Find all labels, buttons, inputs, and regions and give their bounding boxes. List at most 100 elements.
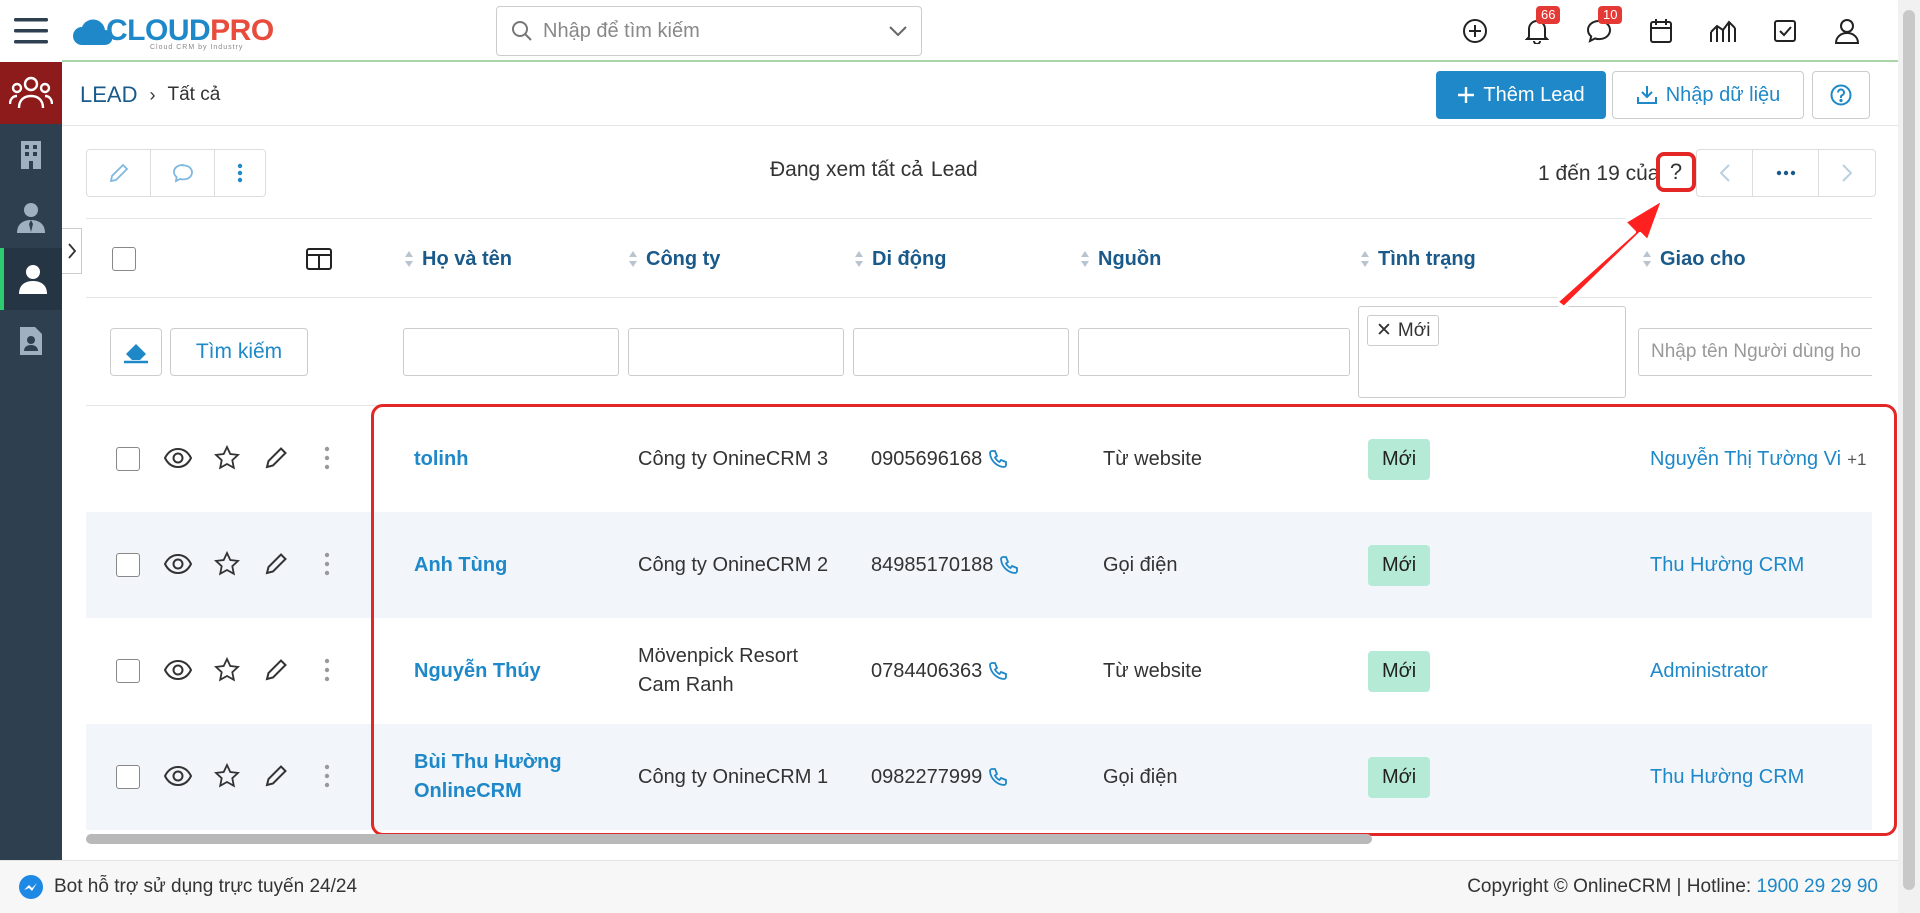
notifications-button[interactable]: 66 (1506, 0, 1568, 62)
table-row[interactable]: Anh Tùng Công ty OnineCRM 2 84985170188 … (86, 512, 1872, 618)
column-header-status[interactable]: Tình trạng (1360, 219, 1476, 299)
filter-assignee-input[interactable] (1638, 328, 1872, 376)
phone-icon[interactable] (988, 661, 1008, 681)
assignee-link[interactable]: Thu Hường CRM (1650, 724, 1804, 830)
sidebar-item-contacts[interactable] (0, 186, 62, 248)
row-checkbox[interactable] (116, 447, 140, 471)
quick-create-button[interactable] (1444, 0, 1506, 62)
logo[interactable]: CLOUDPRO Cloud CRM by Industry (72, 4, 274, 58)
select-all-checkbox[interactable] (112, 219, 136, 299)
star-icon[interactable] (214, 445, 240, 471)
pencil-icon[interactable] (264, 764, 288, 788)
hotline-link[interactable]: 1900 29 29 90 (1756, 876, 1878, 897)
column-header-source[interactable]: Nguồn (1080, 219, 1161, 299)
add-lead-button[interactable]: Thêm Lead (1436, 71, 1606, 119)
global-search[interactable] (496, 6, 922, 56)
sidebar-item-documents[interactable] (0, 310, 62, 372)
more-vertical-icon[interactable] (324, 446, 330, 470)
add-lead-label: Thêm Lead (1483, 83, 1585, 106)
more-vertical-icon[interactable] (324, 658, 330, 682)
column-header-mobile[interactable]: Di động (854, 219, 946, 299)
pager-text: 1 đến 19 của (1538, 162, 1660, 185)
horizontal-scrollbar[interactable] (86, 834, 1872, 844)
plus-icon (1458, 87, 1475, 103)
source-cell: Từ website (1103, 659, 1202, 682)
prev-page-button[interactable] (1697, 150, 1753, 196)
page-jump-button[interactable] (1753, 150, 1819, 196)
messages-button[interactable]: 10 (1568, 0, 1630, 62)
filter-mobile-input[interactable] (853, 328, 1069, 376)
company-cell: Mövenpick Resort Cam Ranh (638, 645, 799, 696)
notifications-badge: 66 (1536, 6, 1561, 24)
filter-source-input[interactable] (1078, 328, 1350, 376)
sidebar-item-organizations[interactable] (0, 124, 62, 186)
next-page-button[interactable] (1819, 150, 1875, 196)
star-icon[interactable] (214, 763, 240, 789)
star-icon[interactable] (214, 657, 240, 683)
column-header-name[interactable]: Họ và tên (404, 219, 512, 299)
status-badge: Mới (1368, 650, 1431, 692)
tasks-button[interactable] (1754, 0, 1816, 62)
filter-name-input[interactable] (403, 328, 619, 376)
lead-name-link[interactable]: tolinh (414, 406, 468, 512)
eye-icon[interactable] (164, 447, 192, 469)
phone-icon[interactable] (999, 555, 1019, 575)
vertical-scroll-thumb[interactable] (1903, 10, 1915, 890)
total-count-button[interactable]: ? (1656, 152, 1696, 192)
top-icons: 66 10 (1444, 0, 1878, 62)
vertical-scrollbar[interactable] (1898, 0, 1920, 913)
more-vertical-icon[interactable] (324, 764, 330, 788)
row-checkbox[interactable] (116, 765, 140, 789)
chevron-down-icon[interactable] (889, 25, 907, 37)
column-header-assignee[interactable]: Giao cho (1642, 219, 1746, 299)
sidebar-item-leads[interactable] (0, 248, 62, 310)
pencil-icon[interactable] (264, 658, 288, 682)
star-icon[interactable] (214, 551, 240, 577)
remove-tag-icon[interactable]: ✕ (1376, 319, 1392, 342)
row-checkbox[interactable] (116, 553, 140, 577)
lead-name-link[interactable]: Bùi Thu Hường OnlineCRM (414, 724, 614, 830)
calendar-button[interactable] (1630, 0, 1692, 62)
column-picker-button[interactable] (306, 219, 332, 299)
more-vertical-icon[interactable] (324, 552, 330, 576)
breadcrumb-view[interactable]: Tất cả (167, 84, 220, 106)
filter-status-select[interactable]: ✕ Mới (1358, 306, 1626, 398)
import-data-button[interactable]: Nhập dữ liệu (1612, 71, 1804, 119)
clear-filters-button[interactable] (110, 328, 162, 376)
mass-edit-button[interactable] (87, 150, 151, 196)
eye-icon[interactable] (164, 553, 192, 575)
lead-name-link[interactable]: Anh Tùng (414, 512, 507, 618)
table-row[interactable]: Bùi Thu Hường OnlineCRM Công ty OnineCRM… (86, 724, 1872, 830)
user-menu-button[interactable] (1816, 0, 1878, 62)
hamburger-menu-button[interactable] (0, 0, 62, 62)
lead-name-link[interactable]: Nguyễn Thúy (414, 618, 541, 724)
phone-icon[interactable] (988, 449, 1008, 469)
pencil-icon[interactable] (264, 552, 288, 576)
search-button[interactable]: Tìm kiếm (170, 328, 308, 376)
pagination (1696, 149, 1876, 197)
more-actions-button[interactable] (215, 150, 265, 196)
chat-bot-link[interactable]: Bot hỗ trợ sử dụng trực tuyến 24/24 (18, 874, 357, 900)
row-checkbox[interactable] (116, 659, 140, 683)
sidebar-toggle-button[interactable] (62, 228, 82, 274)
eye-icon[interactable] (164, 765, 192, 787)
reports-button[interactable] (1692, 0, 1754, 62)
phone-icon[interactable] (988, 767, 1008, 787)
horizontal-scroll-thumb[interactable] (86, 834, 1372, 844)
assignee-link[interactable]: Administrator (1650, 618, 1768, 724)
filter-company-input[interactable] (628, 328, 844, 376)
help-button[interactable] (1812, 71, 1870, 119)
sort-icon (1643, 251, 1651, 267)
assignee-link[interactable]: Nguyễn Thị Tường Vi +1 (1650, 406, 1866, 512)
table-row[interactable]: Nguyễn Thúy Mövenpick Resort Cam Ranh 07… (86, 618, 1872, 724)
sidebar-item-contacts-group[interactable] (0, 62, 62, 124)
search-input[interactable] (543, 19, 889, 43)
table-row[interactable]: tolinh Công ty OnineCRM 3 0905696168 Từ … (86, 406, 1872, 512)
eye-icon[interactable] (164, 659, 192, 681)
comment-button[interactable] (151, 150, 215, 196)
breadcrumb-module[interactable]: LEAD (80, 82, 137, 108)
column-header-company[interactable]: Công ty (628, 219, 720, 299)
pencil-icon[interactable] (264, 446, 288, 470)
assignee-link[interactable]: Thu Hường CRM (1650, 512, 1804, 618)
add-circle-icon (1463, 19, 1487, 43)
